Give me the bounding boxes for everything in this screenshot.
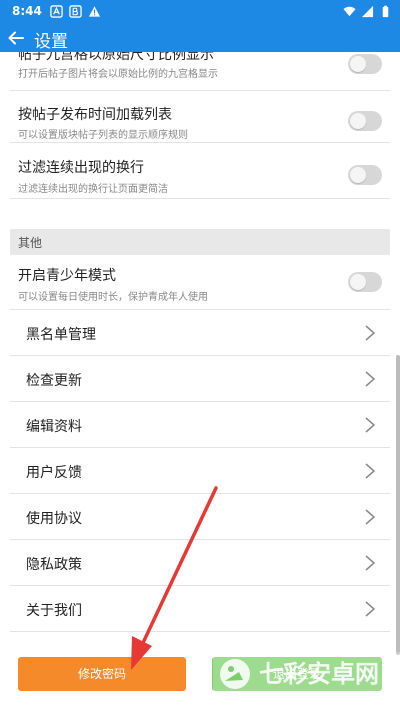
menu-item-label: 黑名单管理 [26, 327, 96, 343]
menu-item-label: 关于我们 [26, 603, 82, 619]
chevron-right-icon [365, 463, 376, 479]
section-label: 其他 [18, 236, 43, 250]
setting-title: 帖子九宫格以原始尺寸比例显示 [18, 52, 214, 63]
setting-description: 过滤连续出现的换行让页面更简洁 [18, 184, 168, 195]
setting-title: 开启青少年模式 [18, 268, 116, 284]
battery-icon [382, 5, 389, 18]
notification-b-icon [69, 5, 82, 18]
chevron-right-icon [365, 555, 376, 571]
chevron-right-icon [365, 509, 376, 525]
chevron-right-icon [365, 371, 376, 387]
toggle-knob [350, 167, 366, 183]
menu-item-about[interactable]: 关于我们 [10, 586, 390, 632]
page-title: 设置 [34, 32, 68, 52]
settings-list[interactable]: 帖子九宫格以原始尺寸比例显示 打开后帖子图片将会以原始比例的九宫格显示 按帖子发… [0, 52, 400, 710]
wifi-icon [343, 6, 356, 17]
setting-title: 按帖子发布时间加载列表 [18, 107, 172, 123]
menu-item-terms[interactable]: 使用协议 [10, 494, 390, 540]
status-bar: 8:44 [0, 0, 400, 24]
warning-icon [88, 6, 101, 17]
section-header-other: 其他 [10, 229, 390, 255]
menu-item-check-update[interactable]: 检查更新 [10, 356, 390, 402]
back-arrow-icon[interactable] [6, 28, 26, 48]
logout-button[interactable]: 退出登录 [212, 657, 382, 691]
menu-item-label: 用户反馈 [26, 465, 82, 481]
status-notification-icons [50, 5, 101, 18]
setting-grid-original-ratio[interactable]: 帖子九宫格以原始尺寸比例显示 打开后帖子图片将会以原始比例的九宫格显示 [10, 52, 390, 91]
signal-icon [361, 5, 374, 18]
menu-item-feedback[interactable]: 用户反馈 [10, 448, 390, 494]
chevron-right-icon [365, 601, 376, 617]
chevron-right-icon [365, 325, 376, 341]
setting-title: 过滤连续出现的换行 [18, 160, 144, 176]
setting-youth-mode[interactable]: 开启青少年模式 可以设置每日使用时长，保护青成年人使用 [10, 255, 390, 310]
setting-sort-by-publish-time[interactable]: 按帖子发布时间加载列表 可以设置版块帖子列表的显示顺序规则 [10, 91, 390, 143]
chevron-right-icon [365, 417, 376, 433]
toggle-knob [350, 274, 366, 290]
menu-item-label: 检查更新 [26, 373, 82, 389]
menu-item-edit-profile[interactable]: 编辑资料 [10, 402, 390, 448]
notification-a-icon [50, 5, 63, 18]
status-time: 8:44 [12, 4, 42, 18]
menu-item-label: 使用协议 [26, 511, 82, 527]
toggle-switch[interactable] [348, 54, 382, 74]
menu-item-label: 隐私政策 [26, 557, 82, 573]
menu-item-label: 编辑资料 [26, 419, 82, 435]
setting-description: 可以设置版块帖子列表的显示顺序规则 [18, 130, 188, 141]
toggle-switch[interactable] [348, 272, 382, 292]
status-system-icons [343, 5, 392, 18]
scrollbar[interactable] [396, 355, 400, 655]
toggle-switch[interactable] [348, 165, 382, 185]
setting-filter-line-breaks[interactable]: 过滤连续出现的换行 过滤连续出现的换行让页面更简洁 [10, 143, 390, 199]
change-password-button[interactable]: 修改密码 [18, 657, 186, 691]
setting-description: 可以设置每日使用时长，保护青成年人使用 [18, 292, 208, 303]
menu-item-privacy[interactable]: 隐私政策 [10, 540, 390, 586]
toggle-knob [350, 56, 366, 72]
toggle-switch[interactable] [348, 111, 382, 131]
toggle-knob [350, 113, 366, 129]
menu-item-blacklist[interactable]: 黑名单管理 [10, 310, 390, 356]
setting-description: 打开后帖子图片将会以原始比例的九宫格显示 [18, 69, 218, 80]
app-bar: 设置 [0, 24, 400, 52]
